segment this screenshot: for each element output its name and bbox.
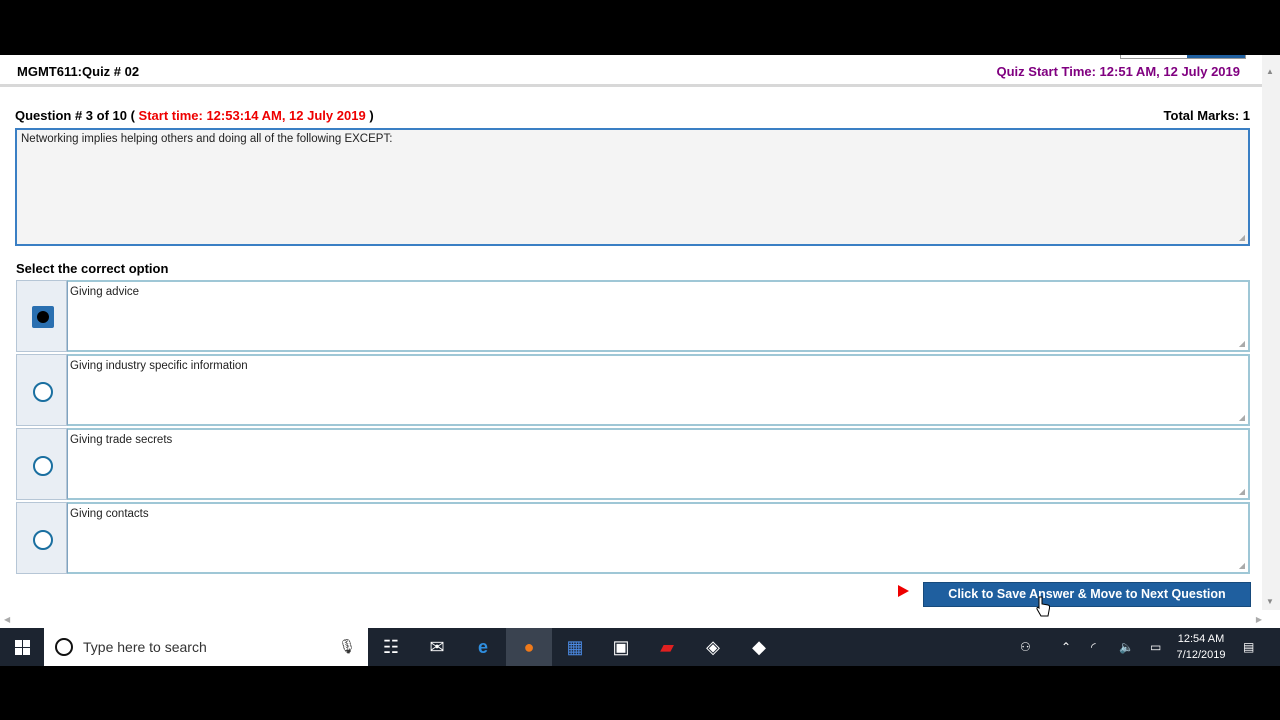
- horizontal-scrollbar[interactable]: ◀ ▶: [0, 615, 1262, 627]
- resize-grip-icon[interactable]: ◢: [1239, 561, 1245, 570]
- radio-button-icon[interactable]: [33, 382, 53, 402]
- question-text: Networking implies helping others and do…: [21, 133, 393, 145]
- microphone-icon[interactable]: 🎙: [338, 638, 356, 655]
- store-icon[interactable]: ▣: [598, 628, 644, 666]
- option-row: Giving contacts ◢: [16, 502, 1250, 574]
- windows-icon: [14, 639, 30, 655]
- radio-cell[interactable]: [16, 502, 67, 574]
- radio-cell[interactable]: [16, 280, 67, 352]
- resize-grip-icon[interactable]: ◢: [1239, 413, 1245, 422]
- option-row: Giving trade secrets ◢: [16, 428, 1250, 500]
- top-tab[interactable]: [1120, 55, 1246, 59]
- clock[interactable]: 12:54 AM 7/12/2019: [1170, 631, 1232, 663]
- resize-grip-icon[interactable]: ◢: [1239, 487, 1245, 496]
- chevron-up-icon[interactable]: ⌃: [1061, 628, 1071, 666]
- battery-icon[interactable]: ▭: [1150, 628, 1161, 666]
- notification-icon[interactable]: ▤: [1243, 628, 1254, 666]
- quiz-start-time: Quiz Start Time: 12:51 AM, 12 July 2019: [996, 64, 1241, 79]
- question-number: Question # 3 of 10 (: [15, 108, 135, 123]
- radio-cell[interactable]: [16, 354, 67, 426]
- scroll-left-icon[interactable]: ◀: [4, 615, 10, 624]
- option-label: Giving industry specific information: [70, 360, 248, 372]
- word-icon[interactable]: ▦: [552, 628, 598, 666]
- people-icon[interactable]: ⚇: [1020, 628, 1031, 666]
- option-label: Giving contacts: [70, 508, 149, 520]
- mail-icon[interactable]: ✉: [414, 628, 460, 666]
- firefox-icon[interactable]: ●: [506, 628, 552, 666]
- total-marks: Total Marks: 1: [1163, 108, 1250, 123]
- edge-icon[interactable]: e: [460, 628, 506, 666]
- radio-button-icon[interactable]: [33, 530, 53, 550]
- options-label: Select the correct option: [16, 261, 169, 276]
- option-row: Giving advice ◢: [16, 280, 1250, 352]
- play-arrow-icon: [898, 585, 909, 597]
- acrobat-icon[interactable]: ▰: [644, 628, 690, 666]
- volume-icon[interactable]: 🔈: [1119, 628, 1134, 666]
- clock-time: 12:54 AM: [1177, 633, 1225, 645]
- option-text-box: Giving contacts ◢: [67, 502, 1250, 574]
- question-header: Question # 3 of 10 ( Start time: 12:53:1…: [15, 108, 374, 123]
- app-icon[interactable]: ◈: [690, 628, 736, 666]
- resize-grip-icon[interactable]: ◢: [1239, 339, 1245, 348]
- search-placeholder: Type here to search: [83, 639, 207, 655]
- network-icon[interactable]: ◜: [1091, 628, 1096, 666]
- option-label: Giving trade secrets: [70, 434, 173, 446]
- option-text-box: Giving industry specific information ◢: [67, 354, 1250, 426]
- browser-viewport: MGMT611:Quiz # 02 Quiz Start Time: 12:51…: [0, 55, 1280, 665]
- question-header-suffix: ): [369, 108, 374, 123]
- option-text-box: Giving trade secrets ◢: [67, 428, 1250, 500]
- taskbar: Type here to search 🎙 ☷ ✉ e ● ▦ ▣ ▰ ◈ ◆ …: [0, 628, 1280, 666]
- scroll-up-icon[interactable]: ▲: [1266, 67, 1274, 76]
- app2-icon[interactable]: ◆: [736, 628, 782, 666]
- radio-selected-icon[interactable]: [32, 306, 54, 328]
- radio-button-icon[interactable]: [33, 456, 53, 476]
- quiz-header: MGMT611:Quiz # 02 Quiz Start Time: 12:51…: [0, 55, 1270, 87]
- option-row: Giving industry specific information ◢: [16, 354, 1250, 426]
- clock-date: 7/12/2019: [1176, 649, 1226, 661]
- task-view-icon[interactable]: ☷: [368, 628, 414, 666]
- option-label: Giving advice: [70, 286, 140, 298]
- quiz-title: MGMT611:Quiz # 02: [17, 64, 140, 79]
- cortana-icon: [55, 638, 73, 656]
- radio-cell[interactable]: [16, 428, 67, 500]
- taskbar-search[interactable]: Type here to search 🎙: [44, 628, 368, 666]
- scroll-down-icon[interactable]: ▼: [1266, 597, 1274, 606]
- option-text-box: Giving advice ◢: [67, 280, 1250, 352]
- question-text-box: Networking implies helping others and do…: [15, 128, 1250, 246]
- question-start-time: Start time: 12:53:14 AM, 12 July 2019: [138, 108, 366, 123]
- start-button[interactable]: [0, 628, 44, 666]
- save-next-button[interactable]: Click to Save Answer & Move to Next Ques…: [923, 582, 1251, 607]
- scroll-right-icon[interactable]: ▶: [1256, 615, 1262, 624]
- resize-grip-icon[interactable]: ◢: [1239, 233, 1245, 242]
- vertical-scrollbar[interactable]: ▲ ▼: [1262, 55, 1280, 610]
